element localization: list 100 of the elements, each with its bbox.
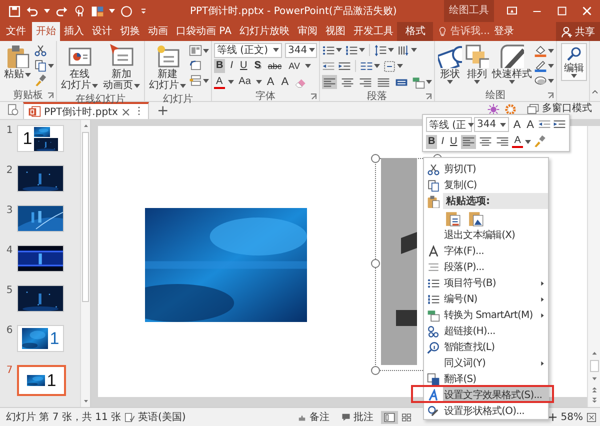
format-button[interactable]: abc <box>266 59 284 73</box>
menu-item[interactable]: 超链接(H)... <box>443 323 548 339</box>
sun-icon[interactable] <box>487 103 500 116</box>
grow-font-button[interactable]: A <box>264 75 276 89</box>
indent-icon[interactable] <box>338 60 351 72</box>
caret-icon[interactable] <box>548 64 554 68</box>
format-button[interactable]: B <box>214 59 226 73</box>
format-painter-icon[interactable] <box>34 74 47 87</box>
font-color-button[interactable]: A <box>214 76 225 88</box>
effects-icon[interactable] <box>534 74 547 87</box>
caret-icon[interactable] <box>388 48 394 52</box>
ribbon-button[interactable]: 新加 动画页 <box>101 43 142 92</box>
slide-thumbnail[interactable] <box>17 165 64 192</box>
slide-thumbnail[interactable] <box>17 205 64 232</box>
format-button[interactable]: AV <box>286 59 302 73</box>
ribbon-tab[interactable]: 切换 <box>116 22 144 41</box>
fit-to-window-icon[interactable] <box>586 412 597 422</box>
ribbon-button[interactable]: 排列 <box>464 43 490 85</box>
caret-icon[interactable] <box>228 80 234 84</box>
format-button[interactable]: S <box>252 59 263 73</box>
layout-icon[interactable] <box>91 4 104 18</box>
normal-view-icon[interactable] <box>384 412 395 422</box>
menu-item[interactable]: 编号(N) <box>443 291 548 307</box>
zoom-level[interactable]: 58% <box>560 412 583 422</box>
ribbon-button[interactable]: 快速样式 <box>491 43 533 85</box>
save-icon[interactable] <box>8 4 21 18</box>
align-button[interactable] <box>322 75 337 89</box>
shrink-font-button[interactable]: A <box>524 118 536 132</box>
scrollbar[interactable] <box>80 120 90 407</box>
scroll-up-icon[interactable] <box>82 122 90 130</box>
close-icon[interactable] <box>581 5 593 17</box>
ribbon-tab[interactable]: 格式 <box>397 22 434 41</box>
undo-icon[interactable] <box>26 4 39 18</box>
caret-icon[interactable] <box>203 48 209 52</box>
font-name-field[interactable]: 等线 (正文) <box>214 42 282 58</box>
caret-icon[interactable] <box>474 80 480 84</box>
scroll-thumb[interactable] <box>590 360 598 372</box>
caret-icon[interactable] <box>509 80 515 84</box>
ribbon-tab[interactable]: 插入 <box>60 22 88 41</box>
menu-item[interactable]: 项目符号(B) <box>443 275 548 291</box>
caret-icon[interactable] <box>571 74 577 78</box>
gear-icon[interactable] <box>504 103 517 116</box>
change-case-button[interactable]: Aa <box>236 75 253 89</box>
align-button[interactable] <box>495 134 510 148</box>
document-tab[interactable]: PPT倒计时.pptx × ⋮ <box>23 102 149 119</box>
multi-window-button[interactable]: 多窗口模式 <box>521 103 600 114</box>
caret-icon[interactable] <box>25 72 31 76</box>
format-button[interactable]: B <box>426 134 438 148</box>
previous-slide-icon[interactable] <box>590 385 598 394</box>
paste-button[interactable]: 粘贴 <box>2 43 33 81</box>
caret-icon[interactable] <box>548 78 554 82</box>
new-tab-button[interactable]: + <box>152 102 173 118</box>
outdent-icon[interactable] <box>322 60 335 72</box>
ribbon-tab[interactable]: 开发工具 <box>349 22 398 41</box>
caret-icon[interactable] <box>426 80 432 84</box>
caret-icon[interactable] <box>203 78 209 82</box>
copy-icon[interactable] <box>34 59 47 72</box>
new-slide-button[interactable]: 新建 幻灯片 <box>147 43 188 92</box>
caret-icon[interactable] <box>134 84 140 88</box>
format-button[interactable]: U <box>448 134 460 148</box>
ribbon-tab[interactable]: 口袋动画 PA <box>172 22 236 41</box>
reset-icon[interactable] <box>189 59 202 72</box>
menu-item[interactable]: 同义词(Y) <box>443 355 548 371</box>
numbering-icon[interactable] <box>345 44 358 56</box>
menu-item[interactable]: 字体(F)... <box>443 243 548 259</box>
slide-thumbnail[interactable]: 1 <box>17 325 64 352</box>
caret-icon[interactable] <box>44 9 50 13</box>
slide-layout-icon[interactable] <box>189 44 202 57</box>
pen-icon[interactable] <box>534 59 547 72</box>
dialog-launcher-icon[interactable] <box>547 92 554 99</box>
ribbon-tab[interactable]: 文件 <box>0 22 32 41</box>
tell-me-field[interactable]: 告诉我... <box>450 22 490 41</box>
format-button[interactable]: I <box>439 134 446 148</box>
sign-in-link[interactable]: 登录 <box>490 22 518 41</box>
resize-handle[interactable] <box>371 154 380 163</box>
caret-icon[interactable] <box>109 9 115 13</box>
grow-font-button[interactable]: A <box>511 118 523 132</box>
scrollbar[interactable] <box>587 126 600 407</box>
format-painter-icon[interactable] <box>532 135 546 148</box>
tab-close-button[interactable]: × <box>120 104 131 118</box>
shrink-font-button[interactable]: A <box>279 75 291 89</box>
dialog-launcher-icon[interactable] <box>47 92 54 99</box>
circle-icon[interactable] <box>120 4 133 18</box>
resize-handle[interactable] <box>371 366 380 375</box>
share-button[interactable]: 共享 <box>556 22 600 41</box>
ribbon-tab[interactable]: 视图 <box>321 22 350 41</box>
menu-item[interactable]: 翻译(S) <box>443 371 548 387</box>
scroll-thumb[interactable] <box>82 132 89 302</box>
ribbon-tab[interactable]: 开始 <box>32 22 60 41</box>
caret-icon[interactable] <box>309 48 316 52</box>
caret-icon[interactable] <box>374 64 380 68</box>
menu-item[interactable]: 智能查找(L) <box>443 339 548 355</box>
language-label[interactable]: 英语(美国) <box>138 410 186 424</box>
dialog-launcher-icon[interactable] <box>425 93 432 100</box>
columns-icon[interactable] <box>360 60 373 72</box>
outdent-icon[interactable] <box>538 118 551 131</box>
section-icon[interactable] <box>189 74 202 87</box>
menu-item[interactable]: 设置形状格式(O)... <box>443 403 548 419</box>
caret-icon[interactable] <box>336 48 342 52</box>
comments-button[interactable]: 批注 <box>336 410 378 424</box>
